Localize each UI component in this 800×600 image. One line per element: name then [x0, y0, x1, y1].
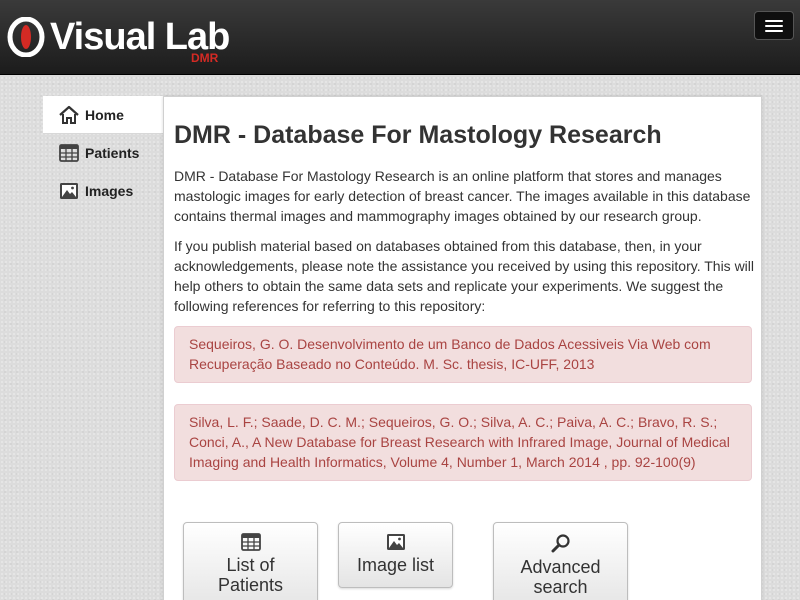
- brand-subtitle: DMR: [191, 51, 219, 65]
- page-title: DMR - Database For Mastology Research: [174, 121, 662, 149]
- image-list-button[interactable]: Image list: [338, 522, 453, 588]
- button-label-line: Image list: [356, 555, 435, 575]
- main-content-panel: DMR - Database For Mastology Research DM…: [163, 96, 762, 600]
- publish-note-paragraph: If you publish material based on databas…: [174, 238, 755, 314]
- reference-alert: Sequeiros, G. O. Desenvolvimento de um B…: [174, 326, 752, 383]
- sidebar-item-label: Home: [85, 106, 124, 123]
- list-of-patients-button[interactable]: List of Patients: [183, 522, 318, 600]
- sidebar-item-home[interactable]: Home: [43, 96, 163, 134]
- button-label-line: List of: [226, 555, 275, 575]
- intro-paragraph: DMR - Database For Mastology Research is…: [174, 168, 751, 224]
- sidebar-item-patients[interactable]: Patients: [43, 134, 163, 172]
- image-icon: [386, 534, 405, 550]
- image-icon: [59, 181, 79, 201]
- sidebar-nav: Home Patients Images: [43, 96, 163, 210]
- visual-lab-logo-icon: [7, 17, 45, 57]
- hamburger-icon: [765, 25, 783, 27]
- hamburger-icon: [765, 30, 783, 32]
- button-label-line: Patients: [217, 575, 284, 595]
- sidebar-item-label: Images: [85, 183, 134, 199]
- sidebar-item-images[interactable]: Images: [43, 172, 163, 210]
- table-icon: [240, 533, 261, 551]
- menu-toggle-button[interactable]: [754, 11, 794, 40]
- button-label-line: Advanced: [520, 557, 601, 577]
- sidebar-item-label: Patients: [85, 145, 140, 161]
- home-icon: [59, 105, 79, 125]
- hamburger-icon: [765, 20, 783, 22]
- brand-logo[interactable]: Visual Lab DMR: [6, 14, 236, 65]
- table-icon: [59, 143, 79, 163]
- reference-alert: Silva, L. F.; Saade, D. C. M.; Sequeiros…: [174, 404, 752, 481]
- search-icon: [551, 534, 570, 553]
- advanced-search-button[interactable]: Advanced search: [493, 522, 628, 600]
- top-navbar: Visual Lab DMR: [0, 0, 800, 75]
- button-label-line: search: [533, 577, 588, 597]
